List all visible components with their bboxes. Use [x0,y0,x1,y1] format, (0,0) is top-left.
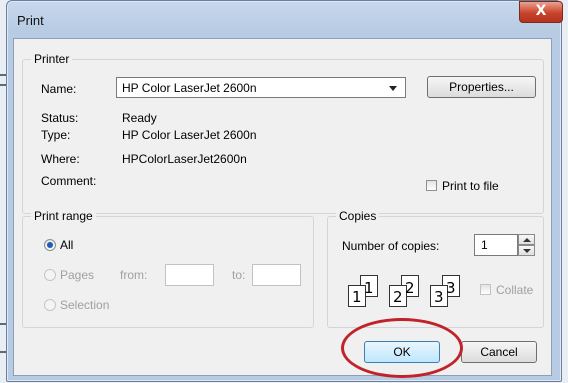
number-of-copies-label: Number of copies: [342,239,440,253]
comment-label: Comment: [41,174,97,188]
pages-radio[interactable] [44,269,56,281]
type-value: HP Color LaserJet 2600n [122,128,257,142]
page-number: 2 [405,279,415,297]
to-label: to: [232,268,246,282]
to-page-input[interactable] [252,264,301,286]
pages-label: Pages [60,268,95,282]
print-range-group-label: Print range [31,209,96,223]
name-label: Name: [41,82,77,96]
copies-value: 1 [481,238,488,252]
print-to-file-checkbox[interactable] [426,180,437,191]
printer-group-label: Printer [31,52,73,66]
page-number: 1 [352,288,362,306]
copies-group-label: Copies [336,209,380,223]
selection-radio[interactable] [44,299,56,311]
page-number: 2 [393,288,403,306]
where-label: Where: [41,152,80,166]
properties-button[interactable]: Properties... [427,76,536,98]
from-page-input[interactable] [165,264,214,286]
dialog-title: Print [17,13,44,28]
all-radio[interactable] [44,239,56,251]
printer-name-value: HP Color LaserJet 2600n [122,81,257,95]
copies-group: Copies [327,209,544,328]
page-number: 3 [434,288,444,306]
status-value: Ready [122,111,157,125]
highlight-ring [341,318,463,378]
print-to-file-label: Print to file [442,179,499,193]
where-value: HPColorLaserJet2600n [122,152,247,166]
from-label: from: [120,268,148,282]
close-icon: X [535,3,547,19]
spin-down-icon[interactable] [518,245,535,256]
chevron-down-icon [389,86,397,91]
dialog-body: Printer Name: HP Color LaserJet 2600n Pr… [13,38,552,376]
spin-up-icon[interactable] [518,234,535,245]
all-label: All [60,238,74,252]
printer-name-select[interactable]: HP Color LaserJet 2600n [116,77,406,98]
page-number: 3 [446,279,456,297]
copies-spinner[interactable]: 1 [474,234,538,256]
selection-label: Selection [60,298,110,312]
collate-label: Collate [496,283,534,297]
cancel-button[interactable]: Cancel [461,341,537,363]
collate-checkbox[interactable] [480,284,491,295]
page-number: 1 [364,279,374,297]
type-label: Type: [41,128,71,142]
copies-input[interactable]: 1 [474,234,518,256]
close-button[interactable]: X [519,1,563,23]
status-label: Status: [41,111,79,125]
